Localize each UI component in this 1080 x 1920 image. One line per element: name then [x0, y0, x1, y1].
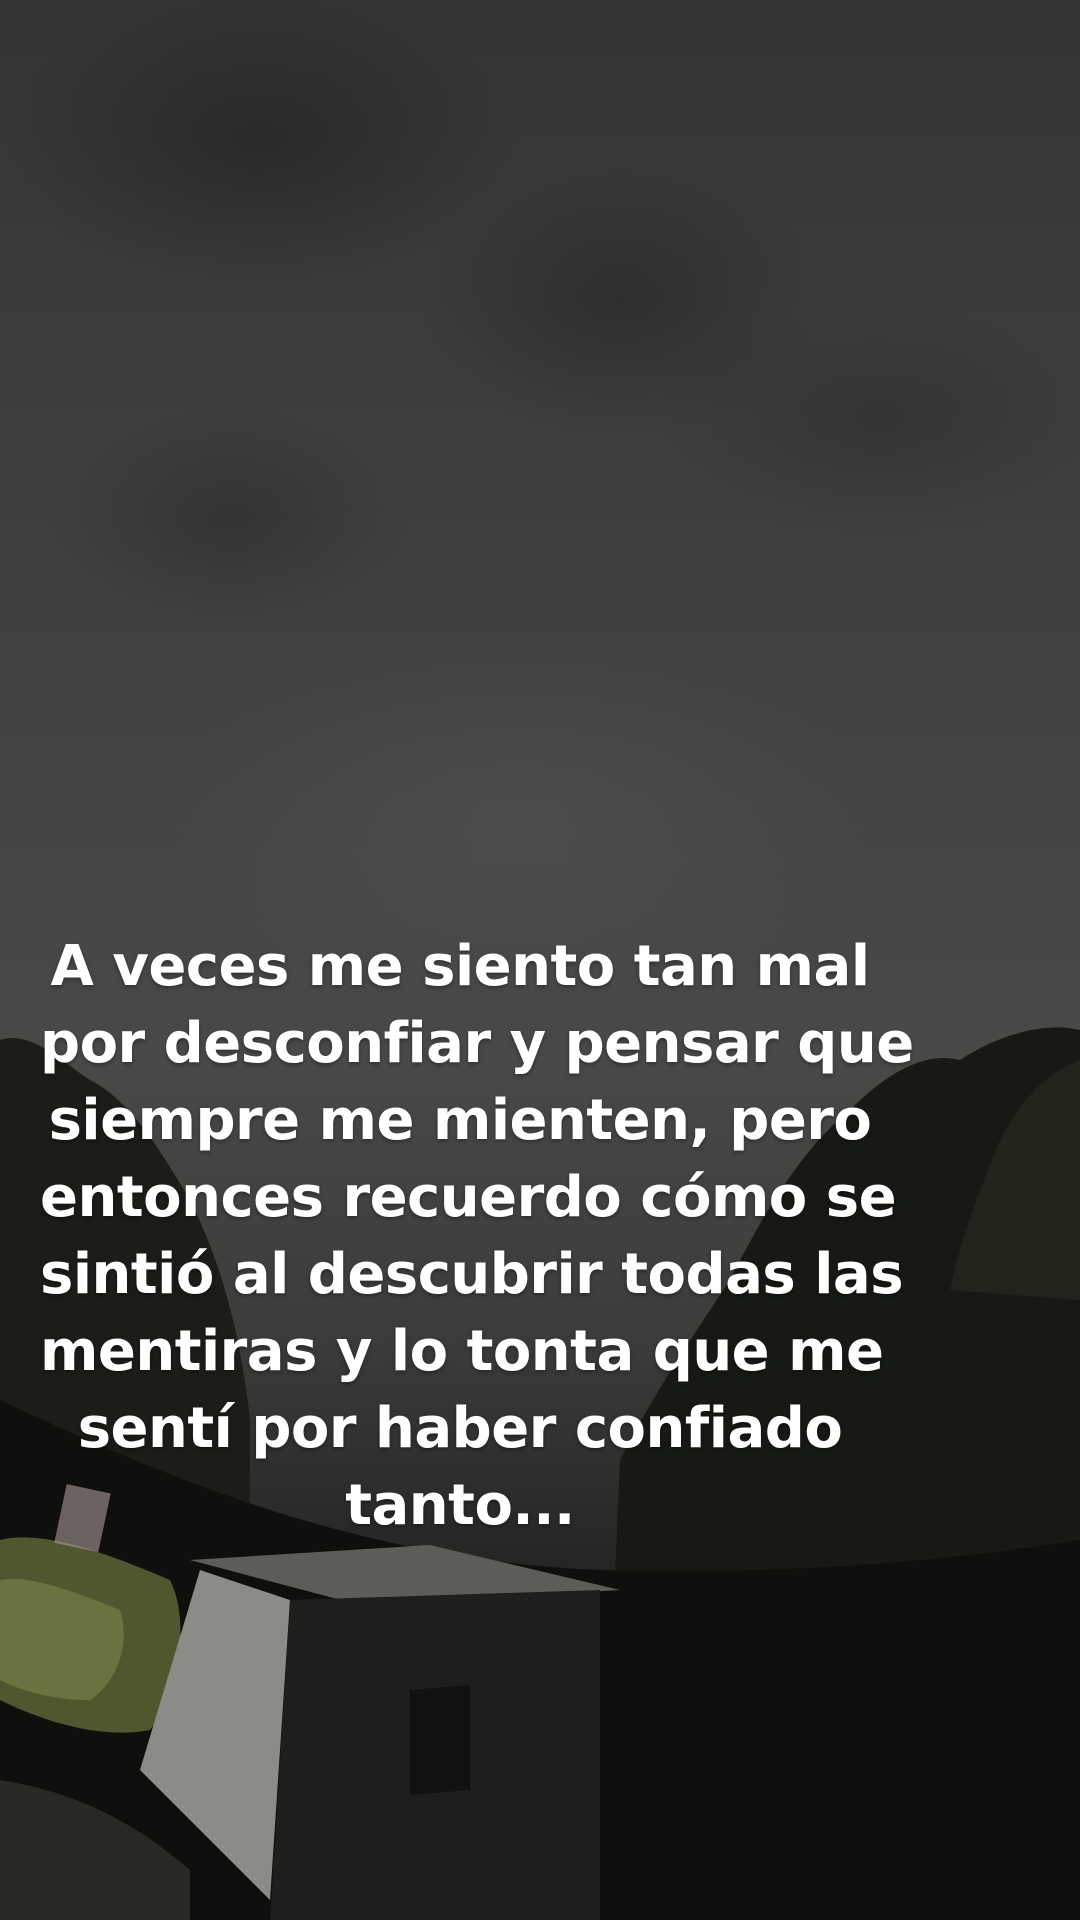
shed-window: [410, 1685, 470, 1795]
caption-text: A veces me siento tan mal por desconfiar…: [40, 928, 914, 1544]
caption-line: tanto...: [345, 1473, 575, 1538]
caption-line: siempre me mienten, pero: [48, 1088, 872, 1153]
night-sky-background: A veces me siento tan mal por desconfiar…: [0, 0, 1080, 1920]
caption-line: por desconfiar y pensar que: [40, 1011, 914, 1076]
caption-line: A veces me siento tan mal: [50, 934, 870, 999]
caption-line: sintió al descubrir todas las: [40, 1242, 904, 1307]
caption-line: mentiras y lo tonta que me: [40, 1319, 884, 1384]
caption-line: entonces recuerdo cómo se: [40, 1165, 897, 1230]
caption-line: sentí por haber confiado: [77, 1396, 843, 1461]
